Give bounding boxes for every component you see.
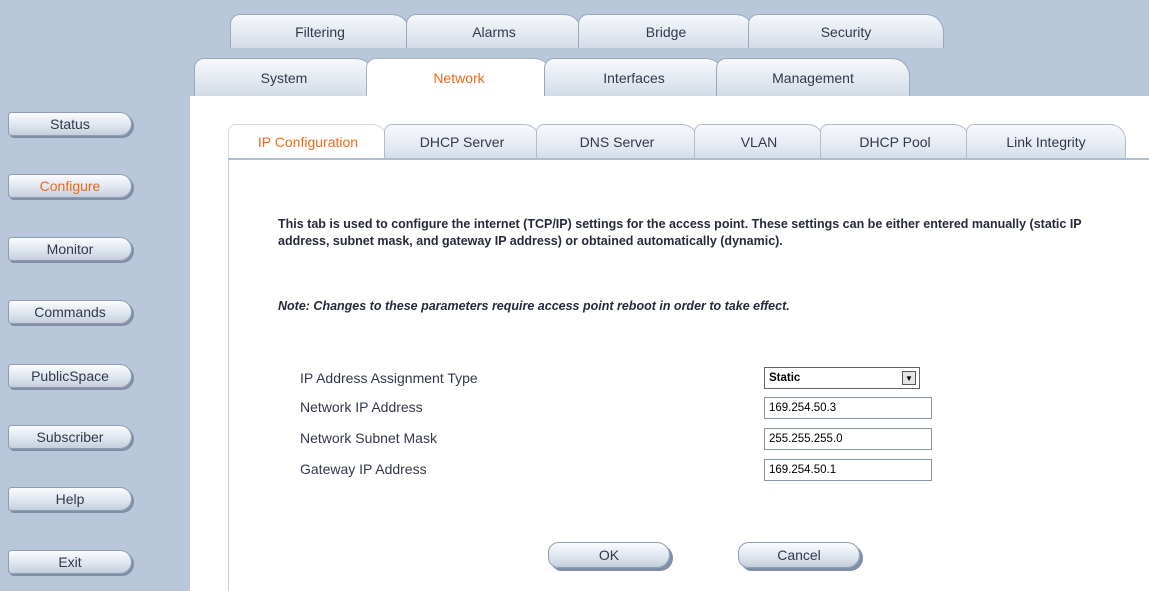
main-panel: IP Configuration DHCP Server DNS Server … xyxy=(190,96,1149,591)
intro-text: This tab is used to configure the intern… xyxy=(278,217,1082,248)
nav-subscriber-button[interactable]: Subscriber xyxy=(8,425,132,449)
tab-security[interactable]: Security xyxy=(748,14,944,48)
tab-bridge[interactable]: Bridge xyxy=(578,14,754,48)
nav-help-button[interactable]: Help xyxy=(8,487,132,511)
tab-system[interactable]: System xyxy=(194,58,374,96)
gateway-ip-input[interactable] xyxy=(764,459,932,481)
chevron-down-icon[interactable]: ▼ xyxy=(902,371,916,385)
assignment-type-label: IP Address Assignment Type xyxy=(300,370,478,386)
nav-commands-button[interactable]: Commands xyxy=(8,300,132,324)
subtab-dns-server[interactable]: DNS Server xyxy=(536,124,698,158)
subtab-link-integrity[interactable]: Link Integrity xyxy=(966,124,1126,158)
assignment-type-value: Static xyxy=(769,372,801,384)
sidebar-nav: Status Configure Monitor Commands Public… xyxy=(0,0,190,591)
nav-configure-button[interactable]: Configure xyxy=(8,174,132,198)
cancel-button[interactable]: Cancel xyxy=(738,542,860,568)
tab-management[interactable]: Management xyxy=(716,58,910,96)
assignment-type-select[interactable]: Static ▼ xyxy=(764,367,920,389)
subtab-dhcp-pool[interactable]: DHCP Pool xyxy=(820,124,970,158)
nav-exit-button[interactable]: Exit xyxy=(8,550,132,574)
subtab-ip-configuration[interactable]: IP Configuration xyxy=(228,124,388,158)
gateway-ip-label: Gateway IP Address xyxy=(300,461,427,477)
subtab-divider xyxy=(228,158,1149,160)
nav-status-button[interactable]: Status xyxy=(8,112,132,136)
subtab-vlan[interactable]: VLAN xyxy=(694,124,824,158)
network-ip-label: Network IP Address xyxy=(300,399,423,415)
reboot-note: Note: Changes to these parameters requir… xyxy=(278,299,790,313)
tab-network[interactable]: Network xyxy=(366,58,552,96)
tab-alarms[interactable]: Alarms xyxy=(406,14,582,48)
nav-monitor-button[interactable]: Monitor xyxy=(8,237,132,261)
tab-filtering[interactable]: Filtering xyxy=(230,14,410,48)
subnet-mask-input[interactable] xyxy=(764,428,932,450)
top-tab-bar: Filtering Alarms Bridge Security System … xyxy=(190,0,1149,96)
ok-button[interactable]: OK xyxy=(548,542,670,568)
nav-publicspace-button[interactable]: PublicSpace xyxy=(8,364,132,388)
content-left-border xyxy=(228,160,229,591)
subnet-mask-label: Network Subnet Mask xyxy=(300,430,437,446)
network-ip-input[interactable] xyxy=(764,397,932,419)
tab-interfaces[interactable]: Interfaces xyxy=(544,58,724,96)
subtab-dhcp-server[interactable]: DHCP Server xyxy=(384,124,540,158)
